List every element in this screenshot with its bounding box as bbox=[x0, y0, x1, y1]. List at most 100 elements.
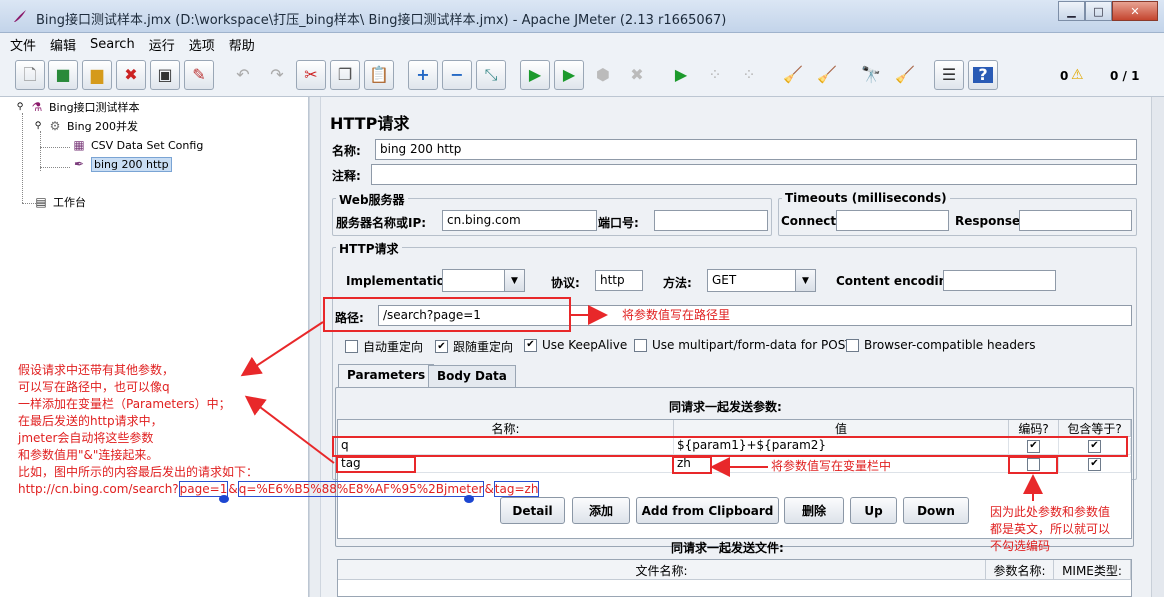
delete-button[interactable]: 删除 bbox=[784, 497, 844, 524]
response-label: Response: bbox=[955, 214, 1025, 228]
encode-annotation-3: 不勾选编码 bbox=[990, 539, 1051, 553]
split-pane-divider[interactable] bbox=[309, 97, 321, 597]
start-icon[interactable]: ▶ bbox=[520, 60, 550, 90]
minimize-button[interactable]: ▁ bbox=[1058, 1, 1085, 21]
comment-input[interactable] bbox=[371, 164, 1137, 185]
collapse-icon[interactable]: − bbox=[442, 60, 472, 90]
window-controls: ▁ □ ✕ bbox=[1058, 1, 1158, 23]
path-highlight-box bbox=[323, 297, 571, 332]
expand-toggle-icon[interactable]: ⚲ bbox=[33, 118, 43, 134]
menu-edit[interactable]: 编辑 bbox=[50, 35, 76, 54]
method-select[interactable]: GET ▼ bbox=[707, 269, 816, 292]
checkbox-checked[interactable]: ✔ bbox=[1088, 457, 1101, 471]
column-header-file-name[interactable]: 文件名称: bbox=[338, 560, 986, 580]
help-icon[interactable]: ? bbox=[968, 60, 998, 90]
column-header-include-equals[interactable]: 包含等于? bbox=[1059, 420, 1131, 437]
response-timeout-input[interactable] bbox=[1019, 210, 1132, 231]
name-input[interactable]: bing 200 http bbox=[375, 139, 1137, 160]
keepalive-checkbox[interactable]: ✔ Use KeepAlive bbox=[524, 338, 627, 352]
files-caption: 同请求一起发送文件: bbox=[671, 541, 784, 555]
follow-redirect-checkbox[interactable]: ✔ 跟随重定向 bbox=[435, 338, 513, 355]
down-button[interactable]: Down bbox=[903, 497, 969, 524]
templates-icon[interactable]: ■ bbox=[48, 60, 78, 90]
protocol-input[interactable]: http bbox=[595, 270, 643, 291]
up-button[interactable]: Up bbox=[850, 497, 897, 524]
undo-icon[interactable]: ↶ bbox=[228, 60, 258, 90]
add-from-clipboard-button[interactable]: Add from Clipboard bbox=[636, 497, 779, 524]
save-screenshot-icon[interactable]: ✎ bbox=[184, 60, 214, 90]
tree-node-csv-config[interactable]: ▦ CSV Data Set Config bbox=[71, 137, 203, 153]
url-connector-dot bbox=[464, 495, 474, 503]
warning-count: 0 bbox=[1060, 69, 1069, 83]
start-no-pause-icon[interactable]: ▶ bbox=[554, 60, 584, 90]
paste-icon[interactable]: 📋 bbox=[364, 60, 394, 90]
http-request-group-title: HTTP请求 bbox=[336, 240, 402, 257]
expand-toggle-icon[interactable]: ⚲ bbox=[15, 99, 25, 115]
encode-highlight-box bbox=[1008, 456, 1058, 474]
page-title: HTTP请求 bbox=[330, 114, 410, 133]
column-header-param-name[interactable]: 参数名称: bbox=[986, 560, 1054, 580]
content-encoding-input[interactable] bbox=[943, 270, 1056, 291]
name-label: 名称: bbox=[332, 144, 361, 158]
server-input[interactable]: cn.bing.com bbox=[442, 210, 597, 231]
warning-icon: ⚠ bbox=[1071, 67, 1084, 83]
function-helper-icon[interactable]: ☰ bbox=[934, 60, 964, 90]
menu-file[interactable]: 文件 bbox=[10, 35, 36, 54]
column-header-name[interactable]: 名称: bbox=[338, 420, 674, 437]
add-button[interactable]: 添加 bbox=[572, 497, 630, 524]
workbench-icon: ▤ bbox=[35, 195, 47, 209]
expand-icon[interactable]: + bbox=[408, 60, 438, 90]
clear-all-icon[interactable]: 🧹 bbox=[812, 60, 842, 90]
column-header-encode[interactable]: 编码? bbox=[1009, 420, 1059, 437]
redo-icon[interactable]: ↷ bbox=[262, 60, 292, 90]
config-element-icon: ▦ bbox=[73, 138, 85, 152]
new-icon[interactable]: 🗋 bbox=[15, 60, 45, 90]
save-icon[interactable]: ▣ bbox=[150, 60, 180, 90]
tree-node-test-plan[interactable]: ⚲ ⚗ Bing接口测试样本 bbox=[15, 99, 140, 115]
connect-timeout-input[interactable] bbox=[836, 210, 949, 231]
chevron-down-icon[interactable]: ▼ bbox=[795, 270, 815, 291]
remote-stop-icon[interactable]: ⁘ bbox=[700, 60, 730, 90]
port-input[interactable] bbox=[654, 210, 768, 231]
menu-search[interactable]: Search bbox=[90, 37, 135, 52]
chevron-down-icon[interactable]: ▼ bbox=[504, 270, 524, 291]
open-icon[interactable]: ▆ bbox=[82, 60, 112, 90]
tree-node-thread-group[interactable]: ⚲ ⚙ Bing 200并发 bbox=[33, 118, 138, 134]
shutdown-icon[interactable]: ✖ bbox=[622, 60, 652, 90]
implementation-select[interactable]: ▼ bbox=[442, 269, 525, 292]
browser-headers-checkbox[interactable]: Browser-compatible headers bbox=[846, 338, 1036, 352]
tag-value-highlight-box bbox=[672, 456, 712, 474]
search-icon[interactable]: 🔭 bbox=[856, 60, 886, 90]
remote-shutdown-icon[interactable]: ⁘ bbox=[734, 60, 764, 90]
clear-icon[interactable]: 🧹 bbox=[778, 60, 808, 90]
left-annotation-3: 一样添加在变量栏（Parameters）中； bbox=[18, 397, 231, 411]
stop-icon[interactable]: ⬢ bbox=[588, 60, 618, 90]
tab-body-data[interactable]: Body Data bbox=[428, 365, 516, 387]
column-header-mime-type[interactable]: MIME类型: bbox=[1054, 560, 1131, 580]
maximize-button[interactable]: □ bbox=[1085, 1, 1112, 21]
close-button[interactable]: ✕ bbox=[1112, 1, 1158, 21]
column-header-value[interactable]: 值 bbox=[674, 420, 1009, 437]
tree-node-http-sampler[interactable]: ✒ bing 200 http bbox=[71, 156, 172, 172]
cut-icon[interactable]: ✂ bbox=[296, 60, 326, 90]
tab-parameters[interactable]: Parameters bbox=[338, 364, 435, 387]
vertical-scrollbar[interactable] bbox=[1151, 97, 1164, 597]
tree-node-workbench[interactable]: ▤ 工作台 bbox=[33, 194, 86, 210]
param-include-equals-cell[interactable]: ✔ bbox=[1059, 456, 1131, 473]
menu-options[interactable]: 选项 bbox=[189, 35, 215, 54]
url-separator: & bbox=[228, 482, 238, 496]
close-file-icon[interactable]: ✖ bbox=[116, 60, 146, 90]
detail-button[interactable]: Detail bbox=[500, 497, 565, 524]
menu-help[interactable]: 帮助 bbox=[229, 35, 255, 54]
tag-name-highlight-box bbox=[336, 456, 416, 473]
connect-label: Connect: bbox=[781, 214, 841, 228]
copy-icon[interactable]: ❐ bbox=[330, 60, 360, 90]
multipart-checkbox[interactable]: Use multipart/form-data for POST bbox=[634, 338, 853, 352]
server-label: 服务器名称或IP: bbox=[336, 216, 427, 230]
left-annotation-6: 和参数值用"&"连接起来。 bbox=[18, 448, 159, 462]
auto-redirect-checkbox[interactable]: 自动重定向 bbox=[345, 338, 423, 355]
menu-run[interactable]: 运行 bbox=[149, 35, 175, 54]
reset-search-icon[interactable]: 🧹 bbox=[890, 60, 920, 90]
toggle-icon[interactable]: ⤡ bbox=[476, 60, 506, 90]
remote-start-icon[interactable]: ▶ bbox=[666, 60, 696, 90]
